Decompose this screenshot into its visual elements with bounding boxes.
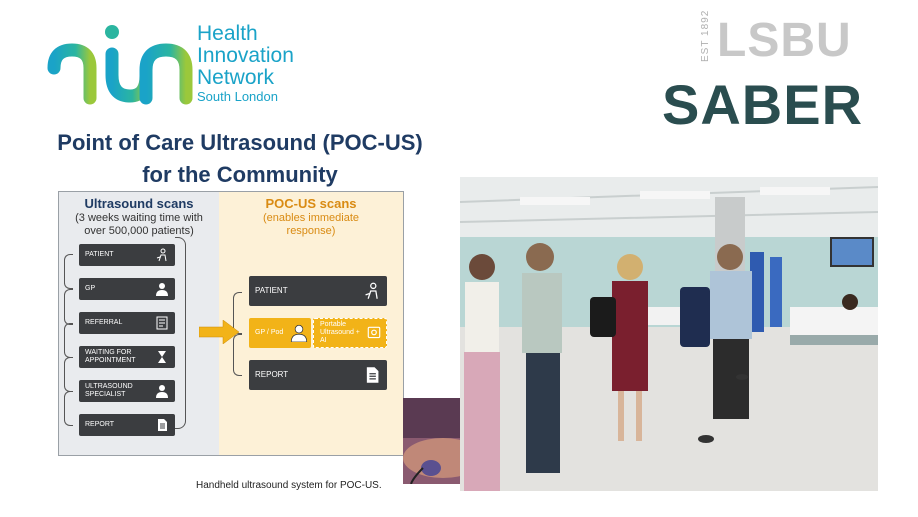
- photo-caption: Handheld ultrasound system for POC-US.: [196, 480, 382, 491]
- report-icon: [366, 367, 379, 383]
- step-patient: PATIENT: [79, 244, 175, 266]
- hourglass-icon: [158, 351, 166, 363]
- portable-ultrasound-box: Portable Ultrasound + AI: [313, 318, 387, 348]
- ultrasound-panel: Ultrasound scans (3 weeks waiting time w…: [59, 192, 219, 455]
- pocus-heading: POC-US scans: [265, 196, 357, 211]
- report-icon: [158, 419, 167, 431]
- step-label: REPORT: [255, 370, 289, 379]
- ultrasound-device-icon: [367, 326, 381, 339]
- doctor-icon: [290, 324, 308, 342]
- hin-logo: [47, 20, 193, 105]
- pocus-sub1: (enables immediate: [263, 212, 359, 224]
- connector: [64, 254, 73, 289]
- specialist-icon: [156, 385, 168, 398]
- connector: [175, 237, 186, 429]
- page-title: Point of Care Ultrasound (POC-US) for th…: [30, 127, 450, 191]
- pocus-step-patient: PATIENT: [249, 276, 387, 306]
- patient-icon: [365, 282, 378, 299]
- hin-line2: Innovation: [197, 44, 294, 67]
- doctor-icon: [156, 283, 168, 296]
- hin-line4: South London: [197, 89, 278, 104]
- hin-line3: Network: [197, 66, 275, 89]
- simulation-ward-photo: [460, 177, 878, 491]
- connector: [64, 323, 73, 358]
- patient-icon: [156, 248, 167, 262]
- step-specialist: ULTRASOUND SPECIALIST: [79, 380, 175, 402]
- step-label: WAITING FOR APPOINTMENT: [85, 349, 136, 364]
- document-icon: [156, 316, 168, 330]
- step-label: REFERRAL: [85, 319, 123, 326]
- arrow-right-icon: [199, 320, 239, 344]
- ultrasound-subtext: (3 weeks waiting time with over 500,000 …: [59, 212, 219, 238]
- pocus-sub2: response): [286, 225, 336, 237]
- title-line1: Point of Care Ultrasound (POC-US): [57, 130, 423, 155]
- saber-logo: SABER: [662, 73, 864, 136]
- hin-line1: Health: [197, 22, 258, 45]
- step-label: PATIENT: [85, 251, 114, 258]
- pocus-step-gp: GP / Pod: [249, 318, 311, 348]
- step-report: REPORT: [79, 414, 175, 436]
- step-label: PATIENT: [255, 286, 288, 295]
- step-label: GP: [85, 285, 96, 292]
- lsbu-logo: LSBU: [717, 14, 852, 67]
- step-gp: GP: [79, 278, 175, 300]
- ultrasound-heading: Ultrasound scans: [84, 196, 194, 211]
- pocus-subtext: (enables immediate response): [219, 212, 403, 238]
- est-label: EST 1892: [700, 9, 711, 62]
- title-line2: for the Community: [142, 162, 338, 187]
- step-label: ULTRASOUND SPECIALIST: [85, 383, 133, 398]
- ultrasound-sub2: over 500,000 patients): [84, 225, 194, 237]
- pocus-panel: POC-US scans (enables immediate response…: [219, 192, 538, 484]
- connector: [64, 357, 73, 392]
- step-waiting: WAITING FOR APPOINTMENT: [79, 346, 175, 368]
- step-referral: REFERRAL: [79, 312, 175, 334]
- hin-wordmark: Health Innovation Network South London: [197, 23, 294, 105]
- connector: [64, 289, 73, 325]
- ultrasound-sub1: (3 weeks waiting time with: [75, 212, 203, 224]
- step-label: GP / Pod: [255, 329, 284, 336]
- step-label: REPORT: [85, 421, 115, 428]
- portable-label: Portable Ultrasound + AI: [320, 321, 360, 344]
- comparison-diagram: Ultrasound scans (3 weeks waiting time w…: [58, 191, 538, 484]
- connector: [64, 391, 73, 426]
- pocus-step-report: REPORT: [249, 360, 387, 390]
